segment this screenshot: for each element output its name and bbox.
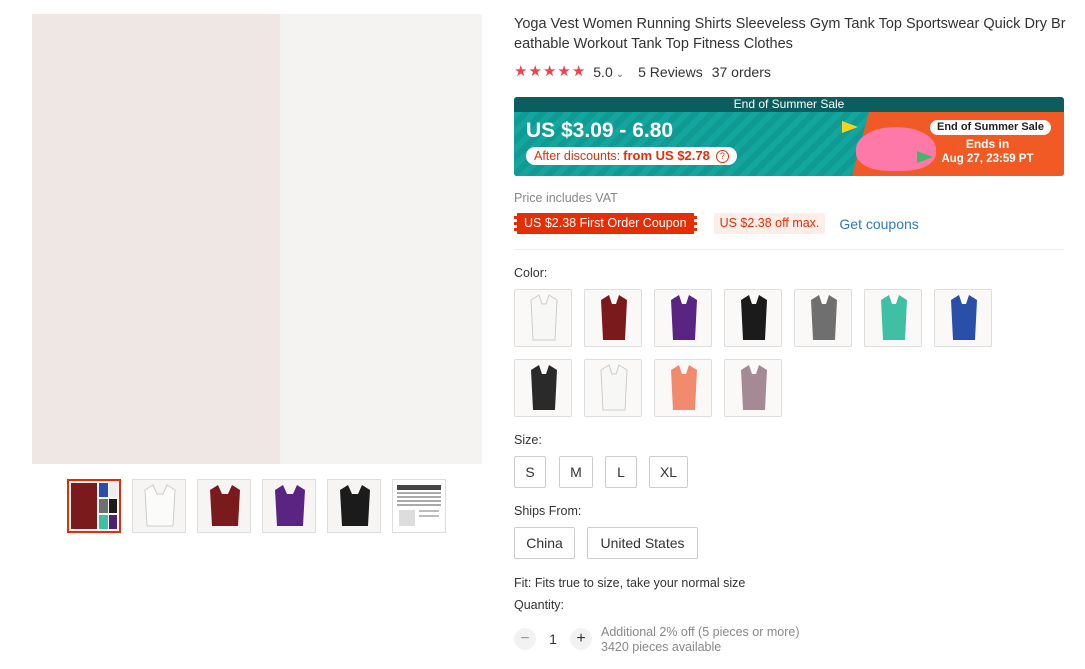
- ends-date: Aug 27, 23:59 PT: [941, 153, 1034, 165]
- bulk-discount-note: Additional 2% off (5 pieces or more): [601, 625, 800, 639]
- sale-banner[interactable]: End of Summer Sale US $3.09 - 6.80 After…: [514, 97, 1064, 176]
- first-order-coupon[interactable]: US $2.38 First Order Coupon: [514, 213, 697, 234]
- white-tank-swatch-icon: [530, 294, 558, 341]
- image-black: [382, 164, 482, 314]
- wine-tank-thumb-icon: [210, 485, 240, 526]
- orders-count: 37 orders: [711, 64, 771, 80]
- color-swatch-blue[interactable]: [934, 289, 992, 347]
- quantity-label: Quantity:: [514, 598, 565, 612]
- sale-badge: End of Summer Sale: [930, 120, 1051, 135]
- white-tank-thumb-icon: [144, 484, 176, 527]
- color-swatch-black-twist[interactable]: [514, 359, 572, 417]
- wine-tank-swatch-icon: [601, 295, 627, 340]
- after-discount-value: from US $2.78: [623, 148, 710, 163]
- after-discount-pill[interactable]: After discounts: from US $2.78 ?: [526, 147, 737, 165]
- color-swatch-white[interactable]: [514, 289, 572, 347]
- price-range: US $3.09 - 6.80: [526, 119, 674, 142]
- thumbnail-6[interactable]: [392, 479, 446, 533]
- yellow-flag-icon: [842, 121, 858, 133]
- star-icon: ★: [571, 63, 586, 80]
- thumbnail-3[interactable]: [197, 479, 251, 533]
- quantity-decrease-button[interactable]: −: [514, 628, 536, 650]
- after-discount-label: After discounts:: [534, 149, 621, 163]
- chevron-down-icon: ⌄: [615, 69, 625, 80]
- divider: [514, 249, 1064, 250]
- color-swatch-teal[interactable]: [864, 289, 922, 347]
- ships-from-china[interactable]: China: [514, 527, 575, 559]
- image-teal: [282, 314, 382, 464]
- black-tank-thumb-icon: [340, 485, 370, 526]
- star-icon: ★: [514, 63, 528, 80]
- size-chart-thumb-icon: [397, 485, 441, 526]
- quantity-increase-button[interactable]: +: [570, 628, 592, 650]
- color-swatch-coral-twist[interactable]: [654, 359, 712, 417]
- quantity-value[interactable]: 1: [546, 631, 560, 647]
- purple-tank-swatch-icon: [671, 295, 697, 340]
- stock-available: 3420 pieces available: [601, 640, 722, 654]
- thumbnail-4[interactable]: [262, 479, 316, 533]
- coral-twist-tank-swatch-icon: [671, 365, 697, 410]
- size-option-xl[interactable]: XL: [649, 456, 688, 488]
- color-swatch-mauve-twist[interactable]: [724, 359, 782, 417]
- star-icon: ★: [557, 63, 571, 80]
- ships-from-label: Ships From:: [514, 504, 582, 518]
- image-gray: [282, 164, 382, 314]
- size-option-m[interactable]: M: [559, 456, 593, 488]
- rating-stars[interactable]: ★ ★ ★ ★ ★: [514, 64, 585, 80]
- white-twist-tank-swatch-icon: [600, 364, 628, 411]
- blue-tank-swatch-icon: [951, 295, 977, 340]
- image-white: [382, 14, 482, 164]
- image-wine-back: [32, 14, 280, 464]
- banner-pink-shape: [856, 127, 936, 171]
- size-option-s[interactable]: S: [514, 456, 546, 488]
- quantity-note: Additional 2% off (5 pieces or more) 342…: [601, 625, 799, 655]
- fit-note: Fit: Fits true to size, take your normal…: [514, 576, 746, 590]
- ships-from-united-states[interactable]: United States: [587, 527, 698, 559]
- coupon-max-badge[interactable]: US $2.38 off max.: [713, 213, 826, 234]
- purple-tank-thumb-icon: [275, 485, 305, 526]
- star-icon: ★: [542, 63, 557, 80]
- size-option-l[interactable]: L: [605, 456, 637, 488]
- size-label: Size:: [514, 433, 542, 447]
- question-icon[interactable]: ?: [715, 149, 729, 163]
- color-swatch-gray[interactable]: [794, 289, 852, 347]
- rating-score[interactable]: 5.0 ⌄: [593, 64, 624, 80]
- gray-tank-swatch-icon: [811, 295, 837, 340]
- coupon-row: US $2.38 First Order Coupon US $2.38 off…: [514, 213, 919, 234]
- green-flag-icon: [917, 151, 933, 163]
- thumbnail-2[interactable]: [132, 479, 186, 533]
- reviews-link[interactable]: 5 Reviews: [638, 64, 703, 80]
- color-swatch-purple[interactable]: [654, 289, 712, 347]
- rating-row: ★ ★ ★ ★ ★ 5.0 ⌄ 5 Reviews 37 orders: [514, 64, 771, 81]
- color-swatch-wine[interactable]: [584, 289, 642, 347]
- black-twist-tank-swatch-icon: [531, 365, 557, 410]
- banner-header: End of Summer Sale: [514, 97, 1064, 112]
- color-label: Color:: [514, 266, 548, 280]
- teal-tank-swatch-icon: [881, 295, 907, 340]
- star-icon: ★: [528, 63, 542, 80]
- thumbnail-1[interactable]: [67, 479, 121, 533]
- mauve-twist-tank-swatch-icon: [741, 365, 767, 410]
- rating-score-text: 5.0: [593, 64, 613, 80]
- get-coupons-link[interactable]: Get coupons: [839, 216, 918, 232]
- ends-in-label: Ends in: [965, 137, 1010, 151]
- main-product-image[interactable]: [32, 14, 482, 464]
- product-title: Yoga Vest Women Running Shirts Sleeveles…: [514, 16, 1066, 52]
- image-purple: [382, 314, 482, 464]
- vat-note: Price includes VAT: [514, 191, 618, 205]
- color-swatch-black[interactable]: [724, 289, 782, 347]
- thumbnail-5[interactable]: [327, 479, 381, 533]
- image-blue: [282, 14, 382, 164]
- collage-thumb-icon: [71, 483, 117, 529]
- color-swatch-white-twist[interactable]: [584, 359, 642, 417]
- black-tank-swatch-icon: [741, 295, 767, 340]
